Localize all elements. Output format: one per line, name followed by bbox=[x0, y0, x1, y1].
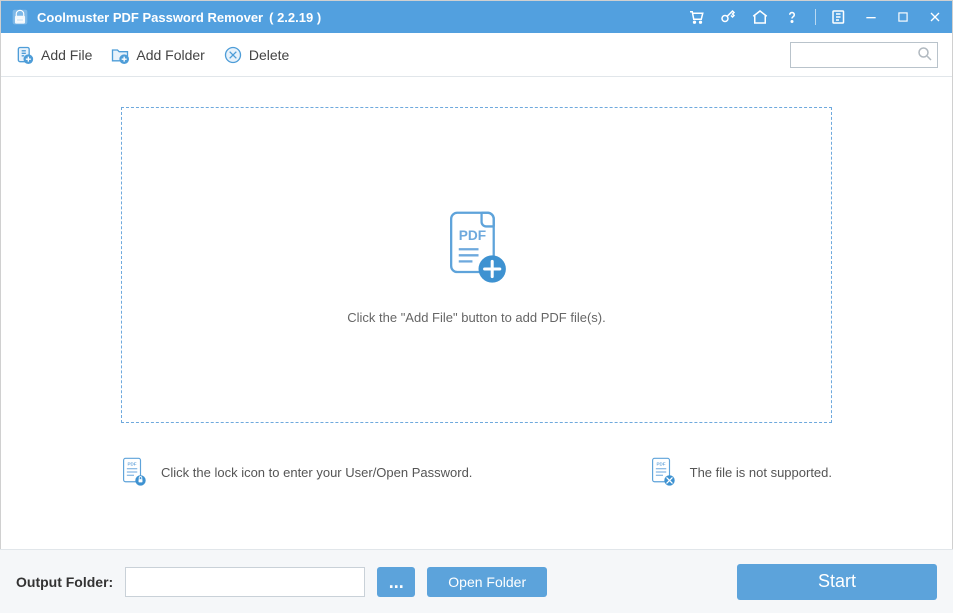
add-file-button[interactable]: Add File bbox=[15, 45, 92, 65]
add-file-icon bbox=[15, 45, 35, 65]
search-box bbox=[790, 42, 938, 68]
cart-icon[interactable] bbox=[687, 8, 705, 26]
legend-unsupported: PDF The file is not supported. bbox=[650, 457, 832, 487]
pdf-unsupported-icon: PDF bbox=[650, 457, 676, 487]
output-folder-input[interactable] bbox=[125, 567, 365, 597]
output-folder-label: Output Folder: bbox=[16, 574, 113, 590]
drop-instruction: Click the "Add File" button to add PDF f… bbox=[347, 310, 606, 325]
footer-bar: Output Folder: ... Open Folder Start bbox=[0, 549, 953, 613]
toolbar: Add File Add Folder Delete bbox=[1, 33, 952, 77]
legend-lock-text: Click the lock icon to enter your User/O… bbox=[161, 465, 472, 480]
maximize-icon[interactable] bbox=[894, 8, 912, 26]
legend-lock: PDF Click the lock icon to enter your Us… bbox=[121, 457, 472, 487]
help-icon[interactable] bbox=[783, 8, 801, 26]
drop-area[interactable]: PDF Click the "Add File" button to add P… bbox=[121, 107, 832, 423]
start-button[interactable]: Start bbox=[737, 564, 937, 600]
legend-row: PDF Click the lock icon to enter your Us… bbox=[121, 423, 832, 487]
app-version: ( 2.2.19 ) bbox=[269, 10, 321, 25]
add-folder-icon bbox=[110, 45, 130, 65]
browse-button[interactable]: ... bbox=[377, 567, 415, 597]
delete-icon bbox=[223, 45, 243, 65]
title-bar: Coolmuster PDF Password Remover ( 2.2.19… bbox=[1, 1, 952, 33]
app-title: Coolmuster PDF Password Remover bbox=[37, 10, 263, 25]
key-icon[interactable] bbox=[719, 8, 737, 26]
delete-button[interactable]: Delete bbox=[223, 45, 289, 65]
pdf-lock-icon: PDF bbox=[121, 457, 147, 487]
feedback-icon[interactable] bbox=[830, 8, 848, 26]
home-icon[interactable] bbox=[751, 8, 769, 26]
app-icon bbox=[11, 8, 29, 26]
add-folder-button[interactable]: Add Folder bbox=[110, 45, 204, 65]
close-icon[interactable] bbox=[926, 8, 944, 26]
separator bbox=[815, 9, 816, 25]
svg-text:PDF: PDF bbox=[458, 228, 485, 243]
main-area: PDF Click the "Add File" button to add P… bbox=[1, 77, 952, 497]
add-folder-label: Add Folder bbox=[136, 47, 204, 63]
delete-label: Delete bbox=[249, 47, 289, 63]
legend-unsupported-text: The file is not supported. bbox=[690, 465, 832, 480]
svg-text:PDF: PDF bbox=[656, 462, 665, 467]
search-icon[interactable] bbox=[916, 45, 934, 63]
open-folder-button[interactable]: Open Folder bbox=[427, 567, 547, 597]
svg-text:PDF: PDF bbox=[128, 462, 137, 467]
minimize-icon[interactable] bbox=[862, 8, 880, 26]
add-file-label: Add File bbox=[41, 47, 92, 63]
pdf-drop-icon: PDF bbox=[439, 205, 515, 298]
